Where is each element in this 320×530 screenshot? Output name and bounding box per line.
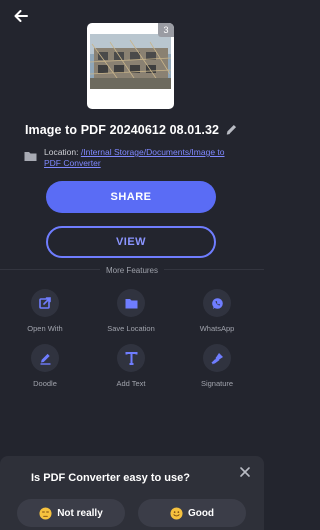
- folder-icon: [24, 152, 37, 161]
- back-button[interactable]: [10, 6, 32, 26]
- feature-label: Save Location: [107, 324, 155, 333]
- more-features-heading: More Features: [0, 266, 264, 275]
- not-really-label: Not really: [57, 507, 103, 519]
- feature-whatsapp[interactable]: WhatsApp: [177, 289, 257, 333]
- good-label: Good: [187, 507, 215, 519]
- feature-label: Doodle: [33, 379, 57, 388]
- building-scaffold-photo: [90, 34, 171, 89]
- feature-signature[interactable]: Signature: [177, 344, 257, 388]
- open-external-icon: [39, 297, 51, 309]
- feature-save-location[interactable]: Save Location: [91, 289, 171, 333]
- rename-button[interactable]: [225, 123, 239, 137]
- document-title-row: Image to PDF 20240612 08.01.32: [0, 123, 264, 137]
- pencil-icon: [40, 353, 50, 365]
- location-label: Location:: [44, 147, 81, 157]
- feature-label: Signature: [200, 379, 234, 388]
- location-text: Location: /Internal Storage/Documents/Im…: [44, 147, 240, 169]
- arrow-left-icon: [14, 10, 28, 22]
- file-location: Location: /Internal Storage/Documents/Im…: [24, 147, 240, 169]
- feature-icon-button[interactable]: [117, 289, 145, 317]
- feature-icon-button[interactable]: [31, 344, 59, 372]
- folder-icon: [125, 298, 137, 308]
- feedback-question: Is PDF Converter easy to use?: [31, 472, 190, 484]
- feedback-sheet: Is PDF Converter easy to use? Not really…: [0, 456, 264, 530]
- whatsapp-icon: [211, 297, 223, 309]
- feature-label: WhatsApp: [199, 324, 235, 333]
- not-really-button[interactable]: Not really: [17, 499, 125, 527]
- feature-icon-button[interactable]: [203, 344, 231, 372]
- view-button[interactable]: VIEW: [46, 226, 216, 258]
- feature-doodle[interactable]: Doodle: [5, 344, 85, 388]
- feature-icon-button[interactable]: [203, 289, 231, 317]
- feature-icon-button[interactable]: [31, 289, 59, 317]
- document-thumbnail[interactable]: 3: [87, 23, 174, 109]
- feature-add-text[interactable]: Add Text: [91, 344, 171, 388]
- feature-icon-button[interactable]: [117, 344, 145, 372]
- pen-nib-icon: [210, 352, 223, 364]
- feature-label: Add Text: [116, 379, 146, 388]
- feature-label: Open With: [27, 324, 63, 333]
- text-icon: [125, 351, 137, 365]
- smiling-face-icon: [170, 506, 183, 520]
- good-button[interactable]: Good: [138, 499, 246, 527]
- close-icon: [240, 467, 250, 477]
- share-button[interactable]: SHARE: [46, 181, 216, 213]
- pencil-icon: [226, 124, 237, 135]
- document-title: Image to PDF 20240612 08.01.32: [24, 123, 220, 137]
- close-button[interactable]: [239, 465, 251, 477]
- page-count-badge: 3: [158, 23, 174, 37]
- pensive-face-icon: [39, 506, 52, 520]
- feature-open-with[interactable]: Open With: [5, 289, 85, 333]
